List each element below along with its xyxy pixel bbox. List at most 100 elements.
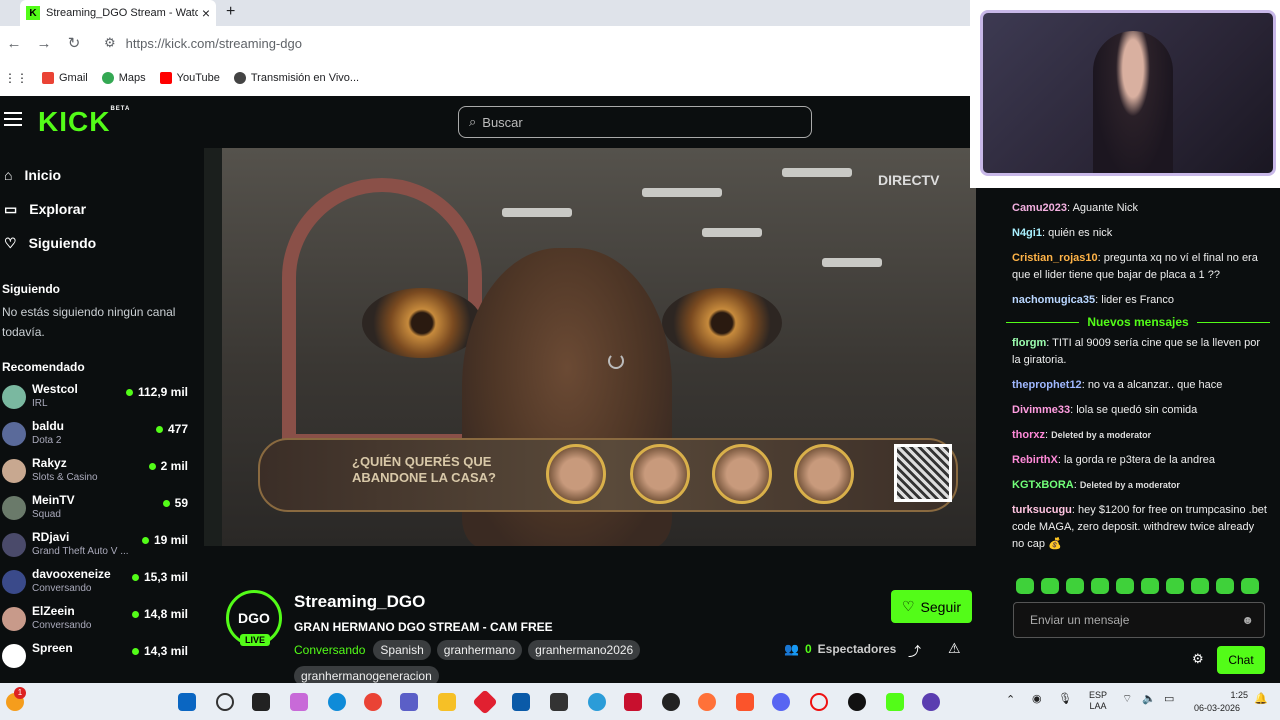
report-icon[interactable]: ⚠ — [948, 640, 961, 657]
chat-username[interactable]: nachomugica35 — [1012, 294, 1095, 306]
site-info-icon[interactable]: ⚙ — [104, 35, 116, 51]
emote-icon[interactable] — [1066, 578, 1084, 594]
teams-icon[interactable] — [400, 693, 418, 711]
chat-username[interactable]: Cristian_rojas10 — [1012, 252, 1098, 264]
microphone-icon[interactable]: 🎙 — [1058, 692, 1072, 705]
bookmark-maps[interactable]: Maps — [101, 72, 146, 84]
emote-icon[interactable] — [1041, 578, 1059, 594]
new-tab-button[interactable]: + — [226, 3, 235, 21]
chat-message: turksucugu: hey $1200 for free on trumpc… — [1012, 504, 1267, 550]
bookmark-gmail[interactable]: Gmail — [42, 72, 88, 84]
tray-app-icon[interactable]: ◉ — [1032, 692, 1042, 705]
tray-expand-icon[interactable]: ⌃ — [1006, 693, 1015, 706]
emote-icon[interactable] — [1116, 578, 1134, 594]
menu-icon[interactable] — [4, 112, 22, 126]
emote-icon[interactable] — [1016, 578, 1034, 594]
back-button[interactable]: ← — [6, 35, 22, 52]
category-link[interactable]: Conversando — [294, 643, 365, 657]
chat-username[interactable]: N4gi1 — [1012, 227, 1042, 239]
iptv-icon[interactable] — [922, 693, 940, 711]
windows-start-icon[interactable] — [178, 693, 196, 711]
chat-username[interactable]: Divimme33 — [1012, 404, 1070, 416]
emote-icon[interactable] — [1141, 578, 1159, 594]
reload-button[interactable]: ↻ — [66, 34, 82, 52]
emote-icon[interactable] — [1166, 578, 1184, 594]
search-input[interactable]: ⌕ Buscar — [458, 106, 812, 138]
battery-icon[interactable]: ▭ — [1164, 692, 1174, 705]
chat-username[interactable]: turksucugu — [1012, 504, 1072, 516]
app-icon[interactable] — [588, 693, 606, 711]
emote-bar — [1016, 578, 1259, 594]
brave-icon[interactable] — [736, 693, 754, 711]
recommended-channel[interactable]: MeinTV Squad 59 — [0, 493, 200, 530]
tag-chip[interactable]: granhermano — [436, 640, 523, 660]
chat-settings-icon[interactable]: ⚙ — [1192, 651, 1204, 667]
apps-icon[interactable]: ⋮⋮ — [4, 71, 28, 85]
chat-username[interactable]: theprophet12 — [1012, 379, 1082, 391]
volume-icon[interactable]: 🔈 — [1142, 692, 1156, 705]
clock-date[interactable]: 06-03-2026 — [1194, 703, 1240, 713]
video-player[interactable]: DIRECTV ¿QUIÉN QUERÉS QUE ABANDONE LA CA… — [204, 148, 976, 546]
share-icon[interactable]: ⤴ — [908, 641, 921, 660]
app-icon[interactable] — [472, 689, 498, 715]
emote-icon[interactable] — [1091, 578, 1109, 594]
bookmark-youtube[interactable]: YouTube — [159, 72, 220, 84]
chrome-icon[interactable] — [364, 693, 382, 711]
tag-chip[interactable]: Spanish — [373, 640, 431, 660]
new-messages-divider[interactable]: Nuevos mensajes — [998, 313, 1280, 331]
forward-button[interactable]: → — [36, 35, 52, 52]
wifi-icon[interactable]: ⌔ — [1122, 692, 1132, 706]
language-indicator[interactable]: ESP LAA — [1089, 690, 1107, 712]
app-icon[interactable] — [550, 693, 568, 711]
chat-send-button[interactable]: Chat — [1217, 646, 1265, 674]
notifications-icon[interactable]: 🔔 — [1254, 692, 1268, 705]
store-icon[interactable] — [512, 693, 530, 711]
chat-message-input[interactable]: Enviar un mensaje ☻ — [1013, 602, 1265, 638]
copilot-icon[interactable] — [290, 693, 308, 711]
recommended-channel[interactable]: RDjavi Grand Theft Auto V ... 19 mil — [0, 530, 200, 567]
bookmark-transmision[interactable]: Transmisión en Vivo... — [233, 72, 359, 84]
firefox-icon[interactable] — [698, 693, 716, 711]
file-explorer-icon[interactable] — [438, 693, 456, 711]
explore-icon: ▭ — [4, 200, 18, 217]
chat-username[interactable]: KGTxBORA — [1012, 479, 1074, 491]
emote-icon[interactable] — [1241, 578, 1259, 594]
tag-chip[interactable]: granhermano2026 — [528, 640, 641, 660]
chat-text: quién es nick — [1048, 227, 1113, 239]
mcafee-icon[interactable] — [624, 693, 642, 711]
opera-icon[interactable] — [810, 693, 828, 711]
channel-name[interactable]: Streaming_DGO — [294, 592, 425, 612]
tab-close-icon[interactable]: × — [202, 5, 210, 21]
obs-icon[interactable] — [848, 693, 866, 711]
recommended-channel[interactable]: baldu Dota 2 477 — [0, 419, 200, 456]
chat-username[interactable]: florgm — [1012, 337, 1046, 349]
chat-username[interactable]: Camu2023 — [1012, 202, 1067, 214]
recommended-channel[interactable]: ElZeein Conversando 14,8 mil — [0, 604, 200, 641]
emoji-icon[interactable]: ☻ — [1241, 613, 1254, 627]
kick-logo[interactable]: KICKBETA — [38, 106, 130, 138]
recommended-channel[interactable]: Rakyz Slots & Casino 2 mil — [0, 456, 200, 493]
browser-tab[interactable]: K Streaming_DGO Stream - Watch × — [20, 0, 216, 26]
live-dot-icon — [148, 462, 156, 470]
chat-username[interactable]: thorxz — [1012, 429, 1045, 441]
chat-username[interactable]: RebirthX — [1012, 454, 1058, 466]
recommended-channel[interactable]: Westcol IRL 112,9 mil — [0, 382, 200, 419]
kick-app-icon[interactable] — [886, 693, 904, 711]
app-icon[interactable] — [662, 693, 680, 711]
search-icon[interactable] — [216, 693, 234, 711]
sidebar-item-explorar[interactable]: ▭ Explorar — [0, 192, 200, 226]
chat-text: no va a alcanzar.. que hace — [1087, 379, 1223, 391]
follow-button[interactable]: ♡ Seguir — [891, 590, 972, 623]
url-field[interactable]: ⚙ https://kick.com/streaming-dgo — [104, 35, 302, 51]
youtube-icon — [159, 72, 172, 84]
recommended-channel[interactable]: davooxeneize Conversando 15,3 mil — [0, 567, 200, 604]
sidebar-item-inicio[interactable]: ⌂ Inicio — [0, 158, 200, 192]
emote-icon[interactable] — [1216, 578, 1234, 594]
task-view-icon[interactable] — [252, 693, 270, 711]
emote-icon[interactable] — [1191, 578, 1209, 594]
discord-icon[interactable] — [772, 693, 790, 711]
recommended-channel[interactable]: Spreen 14,3 mil — [0, 641, 200, 678]
sidebar-item-siguiendo[interactable]: ♡ Siguiendo — [0, 226, 200, 260]
edge-icon[interactable] — [328, 693, 346, 711]
clock-time[interactable]: 1:25 — [1222, 690, 1248, 700]
